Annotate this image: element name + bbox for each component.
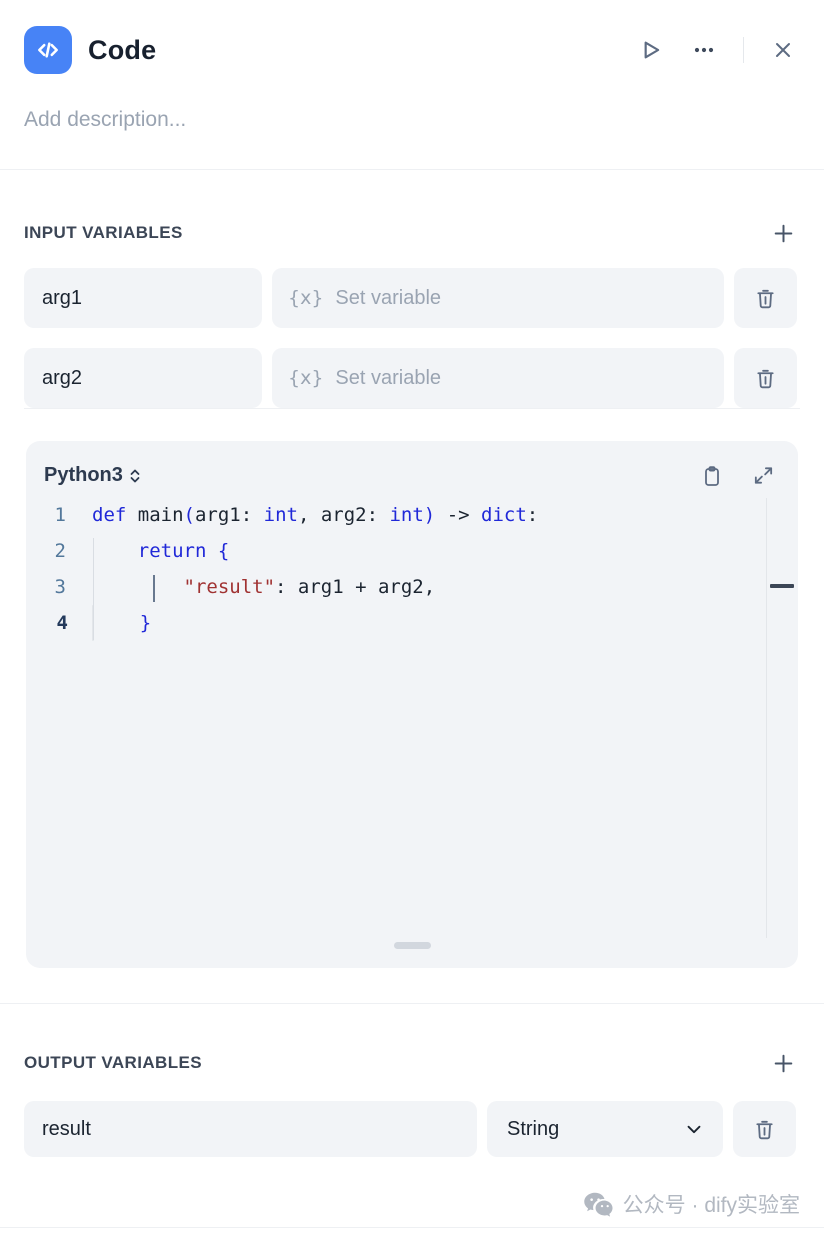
- section-divider: [24, 408, 800, 409]
- input-variable-row: arg2 {x} Set variable: [0, 348, 824, 408]
- code-token: int: [389, 504, 423, 526]
- input-variable-row: arg1 {x} Set variable: [0, 268, 824, 328]
- header-divider: [743, 37, 744, 63]
- add-input-variable-button[interactable]: [768, 218, 798, 248]
- code-line-text: return {: [66, 533, 229, 569]
- delete-output-button[interactable]: [733, 1101, 796, 1157]
- expand-editor-button[interactable]: [748, 461, 778, 491]
- code-line-text: }: [68, 605, 151, 641]
- code-line[interactable]: 2 return {: [26, 533, 798, 569]
- wechat-icon: [583, 1191, 615, 1217]
- set-variable-input[interactable]: {x} Set variable: [272, 268, 724, 328]
- code-token: "result": [184, 576, 276, 598]
- header-actions: [635, 35, 798, 65]
- code-token: }: [140, 612, 151, 634]
- chevron-down-icon: [683, 1118, 705, 1140]
- editor-resize-handle[interactable]: [394, 942, 431, 949]
- panel-header: Code: [0, 0, 824, 74]
- indent-guide: [93, 538, 94, 640]
- variable-name-input[interactable]: arg2: [24, 348, 262, 408]
- delete-variable-button[interactable]: [734, 348, 797, 408]
- clipboard-icon: [700, 464, 724, 488]
- code-token: ): [424, 504, 435, 526]
- code-node-icon: [24, 26, 72, 74]
- variable-badge-icon: {x}: [288, 367, 323, 389]
- code-node-panel: Code Add description... INPUT: [0, 0, 824, 1236]
- code-token: main: [126, 504, 183, 526]
- more-options-button[interactable]: [689, 35, 719, 65]
- code-line[interactable]: 4 }: [26, 605, 798, 641]
- code-token: [92, 576, 184, 598]
- overview-ruler-mark: [770, 584, 794, 588]
- line-number: 2: [26, 533, 66, 569]
- code-brackets-icon: [35, 37, 61, 63]
- watermark: 公众号 · dify实验室: [583, 1189, 800, 1219]
- section-divider: [0, 1003, 824, 1004]
- code-token: [92, 540, 138, 562]
- variable-name-input[interactable]: arg1: [24, 268, 262, 328]
- delete-variable-button[interactable]: [734, 268, 797, 328]
- line-number: 1: [26, 497, 66, 533]
- line-number: 4: [28, 605, 68, 641]
- code-token: dict: [481, 504, 527, 526]
- set-variable-placeholder: Set variable: [335, 367, 441, 390]
- editor-actions: [697, 461, 778, 491]
- trash-icon: [754, 367, 777, 390]
- code-token: [94, 612, 140, 634]
- language-label: Python3: [44, 464, 123, 487]
- bottom-divider: [0, 1227, 824, 1228]
- close-button[interactable]: [768, 35, 798, 65]
- code-token: : arg1 + arg2,: [275, 576, 435, 598]
- section-divider: [0, 169, 824, 170]
- description-input[interactable]: Add description...: [0, 108, 824, 132]
- code-token: , arg2:: [298, 504, 390, 526]
- code-token: def: [92, 504, 126, 526]
- input-variables-header: INPUT VARIABLES: [0, 218, 824, 248]
- output-variables-title: OUTPUT VARIABLES: [24, 1053, 202, 1073]
- line-number: 3: [26, 569, 66, 605]
- variable-badge-icon: {x}: [288, 287, 323, 309]
- ellipsis-icon: [692, 38, 716, 62]
- expand-icon: [752, 464, 775, 487]
- close-icon: [771, 38, 795, 62]
- code-editor-header: Python3: [26, 441, 798, 493]
- code-token: ->: [435, 504, 481, 526]
- code-line[interactable]: 1def main(arg1: int, arg2: int) -> dict:: [26, 497, 798, 533]
- watermark-text: 公众号 · dify实验室: [623, 1189, 800, 1219]
- code-token: return: [138, 540, 207, 562]
- code-token: int: [264, 504, 298, 526]
- code-token: [206, 540, 217, 562]
- node-title: Code: [88, 35, 156, 66]
- trash-icon: [754, 287, 777, 310]
- text-cursor: [153, 575, 155, 602]
- plus-icon: [771, 221, 796, 246]
- add-output-variable-button[interactable]: [768, 1048, 798, 1078]
- output-name-input[interactable]: result: [24, 1101, 477, 1157]
- output-type-select[interactable]: String: [487, 1101, 723, 1157]
- code-token: :: [527, 504, 538, 526]
- language-selector[interactable]: Python3: [44, 464, 142, 487]
- input-variables-title: INPUT VARIABLES: [24, 223, 183, 243]
- set-variable-input[interactable]: {x} Set variable: [272, 348, 724, 408]
- code-area[interactable]: 1def main(arg1: int, arg2: int) -> dict:…: [26, 497, 798, 641]
- code-token: {: [218, 540, 229, 562]
- plus-icon: [771, 1051, 796, 1076]
- copy-code-button[interactable]: [697, 461, 727, 491]
- editor-scrollbar[interactable]: [766, 498, 767, 938]
- run-button[interactable]: [635, 35, 665, 65]
- output-variable-row: result String: [0, 1101, 824, 1157]
- code-lines: 1def main(arg1: int, arg2: int) -> dict:…: [26, 497, 798, 641]
- output-type-value: String: [507, 1118, 559, 1141]
- set-variable-placeholder: Set variable: [335, 287, 441, 310]
- chevron-updown-icon: [128, 466, 142, 486]
- code-line-text: "result": arg1 + arg2,: [66, 569, 435, 605]
- code-token: arg1:: [195, 504, 264, 526]
- output-variables-header: OUTPUT VARIABLES: [0, 1048, 824, 1078]
- code-line[interactable]: 3 "result": arg1 + arg2,: [26, 569, 798, 605]
- trash-icon: [753, 1118, 776, 1141]
- code-token: (: [184, 504, 195, 526]
- play-icon: [637, 37, 663, 63]
- code-editor[interactable]: Python3 1 def main(arg1: int: [26, 441, 798, 968]
- code-line-text: def main(arg1: int, arg2: int) -> dict:: [66, 497, 538, 533]
